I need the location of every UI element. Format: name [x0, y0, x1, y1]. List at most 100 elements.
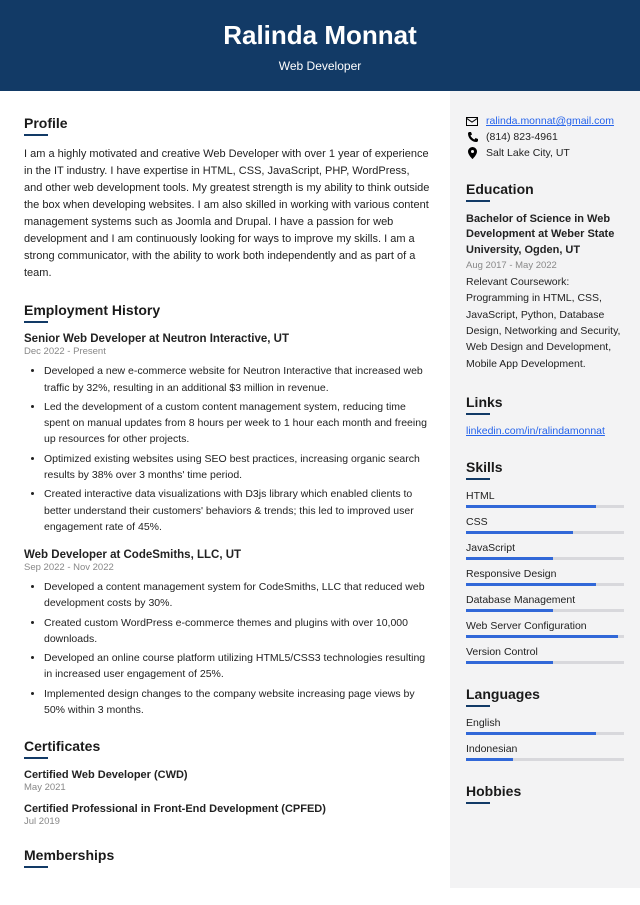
contact-phone-row: (814) 823-4961	[466, 131, 624, 143]
language-bar	[466, 732, 624, 735]
skill-bar-fill	[466, 557, 553, 560]
skill-item: Web Server Configuration	[466, 620, 624, 638]
skills-heading: Skills	[466, 459, 624, 475]
heading-underline	[466, 705, 490, 707]
heading-underline	[24, 866, 48, 868]
certificates-heading: Certificates	[24, 738, 430, 754]
skill-bar-fill	[466, 609, 553, 612]
job-bullet: Implemented design changes to the compan…	[44, 686, 430, 719]
certificates-section: Certificates Certified Web Developer (CW…	[24, 738, 430, 827]
skill-item: CSS	[466, 516, 624, 534]
phone-text: (814) 823-4961	[486, 131, 558, 143]
memberships-heading: Memberships	[24, 847, 430, 863]
location-icon	[466, 147, 478, 159]
header: Ralinda Monnat Web Developer	[0, 0, 640, 91]
person-role: Web Developer	[0, 59, 640, 73]
contact-section: ralinda.monnat@gmail.com (814) 823-4961 …	[466, 115, 624, 159]
skill-bar	[466, 635, 624, 638]
skill-bar-fill	[466, 661, 553, 664]
employment-section: Employment History Senior Web Developer …	[24, 302, 430, 718]
job-bullets: Developed a content management system fo…	[24, 579, 430, 718]
heading-underline	[466, 200, 490, 202]
contact-email-row: ralinda.monnat@gmail.com	[466, 115, 624, 127]
memberships-section: Memberships	[24, 847, 430, 868]
job-bullet: Optimized existing websites using SEO be…	[44, 451, 430, 484]
education-text: Relevant Coursework: Programming in HTML…	[466, 274, 624, 372]
job-bullet: Led the development of a custom content …	[44, 399, 430, 448]
job-bullet: Developed a content management system fo…	[44, 579, 430, 612]
job-dates: Sep 2022 - Nov 2022	[24, 562, 430, 573]
skill-bar	[466, 531, 624, 534]
language-item: Indonesian	[466, 743, 624, 761]
email-link[interactable]: ralinda.monnat@gmail.com	[486, 115, 614, 127]
job-entry: Web Developer at CodeSmiths, LLC, UTSep …	[24, 549, 430, 718]
skill-name: Database Management	[466, 594, 624, 606]
sidebar: ralinda.monnat@gmail.com (814) 823-4961 …	[450, 91, 640, 888]
skill-item: Database Management	[466, 594, 624, 612]
language-bar-fill	[466, 732, 596, 735]
skill-name: CSS	[466, 516, 624, 528]
cert-name: Certified Web Developer (CWD)	[24, 769, 430, 781]
cert-date: Jul 2019	[24, 816, 430, 827]
main-column: Profile I am a highly motivated and crea…	[0, 91, 450, 888]
skill-name: Web Server Configuration	[466, 620, 624, 632]
language-name: English	[466, 717, 624, 729]
skill-bar	[466, 583, 624, 586]
language-bar	[466, 758, 624, 761]
skill-name: Version Control	[466, 646, 624, 658]
skill-bar-fill	[466, 635, 618, 638]
linkedin-link[interactable]: linkedin.com/in/ralindamonnat	[466, 425, 605, 437]
job-dates: Dec 2022 - Present	[24, 346, 430, 357]
profile-section: Profile I am a highly motivated and crea…	[24, 115, 430, 282]
cert-date: May 2021	[24, 782, 430, 793]
job-bullet: Created interactive data visualizations …	[44, 486, 430, 535]
cert-name: Certified Professional in Front-End Deve…	[24, 803, 430, 815]
skill-name: HTML	[466, 490, 624, 502]
language-item: English	[466, 717, 624, 735]
employment-heading: Employment History	[24, 302, 430, 318]
education-section: Education Bachelor of Science in Web Dev…	[466, 181, 624, 372]
envelope-icon	[466, 117, 478, 126]
education-dates: Aug 2017 - May 2022	[466, 260, 624, 271]
education-degree: Bachelor of Science in Web Development a…	[466, 212, 624, 258]
skill-item: Responsive Design	[466, 568, 624, 586]
phone-icon	[466, 132, 478, 143]
education-heading: Education	[466, 181, 624, 197]
skill-bar	[466, 609, 624, 612]
job-bullet: Developed an online course platform util…	[44, 650, 430, 683]
skill-bar	[466, 557, 624, 560]
skill-bar-fill	[466, 531, 573, 534]
heading-underline	[24, 757, 48, 759]
job-bullet: Created custom WordPress e-commerce them…	[44, 615, 430, 648]
links-heading: Links	[466, 394, 624, 410]
job-bullets: Developed a new e-commerce website for N…	[24, 363, 430, 535]
profile-text: I am a highly motivated and creative Web…	[24, 146, 430, 282]
person-name: Ralinda Monnat	[0, 20, 640, 51]
profile-heading: Profile	[24, 115, 430, 131]
languages-heading: Languages	[466, 686, 624, 702]
job-title: Senior Web Developer at Neutron Interact…	[24, 333, 430, 345]
language-name: Indonesian	[466, 743, 624, 755]
skill-item: JavaScript	[466, 542, 624, 560]
skill-bar	[466, 661, 624, 664]
languages-section: Languages English Indonesian	[466, 686, 624, 761]
job-entry: Senior Web Developer at Neutron Interact…	[24, 333, 430, 535]
heading-underline	[24, 321, 48, 323]
hobbies-section: Hobbies	[466, 783, 624, 804]
heading-underline	[466, 478, 490, 480]
skill-bar-fill	[466, 583, 596, 586]
skill-item: Version Control	[466, 646, 624, 664]
heading-underline	[24, 134, 48, 136]
skill-bar	[466, 505, 624, 508]
heading-underline	[466, 413, 490, 415]
location-text: Salt Lake City, UT	[486, 147, 570, 159]
links-section: Links linkedin.com/in/ralindamonnat	[466, 394, 624, 437]
skill-name: Responsive Design	[466, 568, 624, 580]
job-title: Web Developer at CodeSmiths, LLC, UT	[24, 549, 430, 561]
contact-location-row: Salt Lake City, UT	[466, 147, 624, 159]
skill-name: JavaScript	[466, 542, 624, 554]
heading-underline	[466, 802, 490, 804]
language-bar-fill	[466, 758, 513, 761]
skills-section: Skills HTML CSS JavaScript Responsive Desig…	[466, 459, 624, 664]
job-bullet: Developed a new e-commerce website for N…	[44, 363, 430, 396]
